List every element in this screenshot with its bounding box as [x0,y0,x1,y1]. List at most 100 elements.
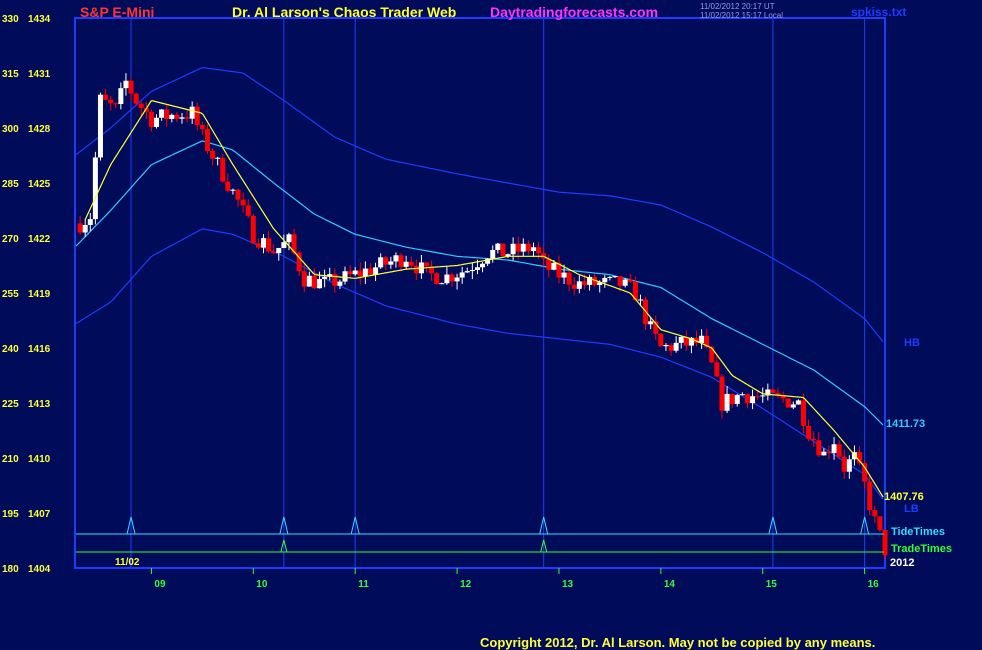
candle-down [367,268,373,275]
candle-up [612,276,618,278]
candle-up [648,321,654,325]
x-tick-label: 16 [868,579,880,590]
y-tick-label: 240 [2,344,19,355]
candle-up [530,247,536,252]
candle-down [255,243,261,248]
x-tick-label: 15 [766,579,778,590]
candle-up [510,243,516,255]
candle-down [806,425,812,439]
candle-down [617,276,623,286]
candle-down [266,238,272,252]
tide-times-label: TideTimes [891,526,945,538]
candle-down [816,440,822,456]
candle-up [699,335,705,343]
candle-down [103,94,109,100]
candle-up [760,395,766,397]
candle-up [464,271,470,273]
y-tick-label: 285 [2,179,19,190]
candle-up [678,336,684,343]
candle-up [230,189,236,191]
candle-down [709,346,715,363]
y-tick-label: 180 [2,564,19,575]
candle-up [474,267,480,270]
candle-down [627,279,633,282]
candle-down [714,362,720,377]
candle-up [388,261,394,265]
x-tick-label: 14 [664,579,676,590]
chaos-trader-chart: 330 1434 315 1431 300 1428 285 1425 270 1422 255 14… [2,14,952,590]
candle-up [179,117,185,119]
candle-down [77,223,83,233]
candle-up [673,342,679,351]
candle-down [398,255,404,267]
candle-down [744,394,750,404]
candle-down [220,157,226,182]
candle-down [867,481,873,511]
candle-up [439,283,445,285]
last-value-label: 1407.76 [884,491,924,503]
copyright: Copyright 2012, Dr. Al Larson. May not b… [480,635,876,650]
candle-up [306,275,312,287]
x-tick-label: 13 [562,579,574,590]
candle-up [490,249,496,259]
candle-up [189,106,195,119]
candle-up [750,396,756,404]
candle-up [576,281,582,289]
mid-band [75,140,884,426]
mid-value-label: 1411.73 [886,418,925,430]
candle-up [444,274,450,284]
candle-up [403,261,409,267]
candle-up [739,394,745,396]
candle-up [118,88,124,105]
candle-down [581,281,587,285]
time-ut: 11/02/2012 20:17 UT [700,2,775,11]
y-tick-label: 225 [2,399,19,410]
hb-label: HB [904,337,920,349]
candle-up [602,277,608,283]
candle-up [821,451,827,456]
candle-down [719,376,725,411]
price-tick-label: 1428 [28,124,51,135]
candle-down [826,451,832,454]
price-tick-label: 1413 [28,399,51,410]
candle-down [164,109,170,119]
candle-down [199,124,205,130]
x-tick-label: 10 [256,579,268,590]
candle-up [342,271,348,282]
year-label: 2012 [890,557,914,569]
x-tick-label: 11 [358,579,369,590]
candle-up [454,277,460,282]
candle-up [123,80,129,89]
candle-up [286,234,292,243]
tide-times [76,516,884,553]
site-link[interactable]: Daytradingforecasts.com [490,4,658,20]
candle-down [235,189,241,200]
candle-down [668,345,674,351]
candle-down [240,199,246,206]
candle-down [515,243,521,252]
candle-up [734,395,740,404]
candle-down [225,181,231,191]
candle-down [301,271,307,287]
candle-up [260,238,266,248]
trade-times-label: TradeTimes [891,543,952,555]
price-tick-label: 1419 [28,289,51,300]
candle-down [525,243,531,252]
y-tick-label: 315 [2,69,19,80]
plot-frame [74,17,886,569]
candle-down [877,516,883,530]
candle-down [536,247,542,254]
time-local: 11/02/2012 15:17 Local [700,11,784,20]
candle-down [357,270,363,277]
candle-up [87,219,93,225]
price-tick-label: 1434 [28,14,51,25]
candle-up [215,157,221,159]
candle-down [210,150,216,159]
candle-up [551,262,557,270]
candle-down [785,398,791,408]
price-tick-label: 1431 [28,69,51,80]
candle-down [311,275,317,289]
candle-down [204,129,210,151]
candle-down [770,389,776,393]
candle-up [92,157,98,220]
